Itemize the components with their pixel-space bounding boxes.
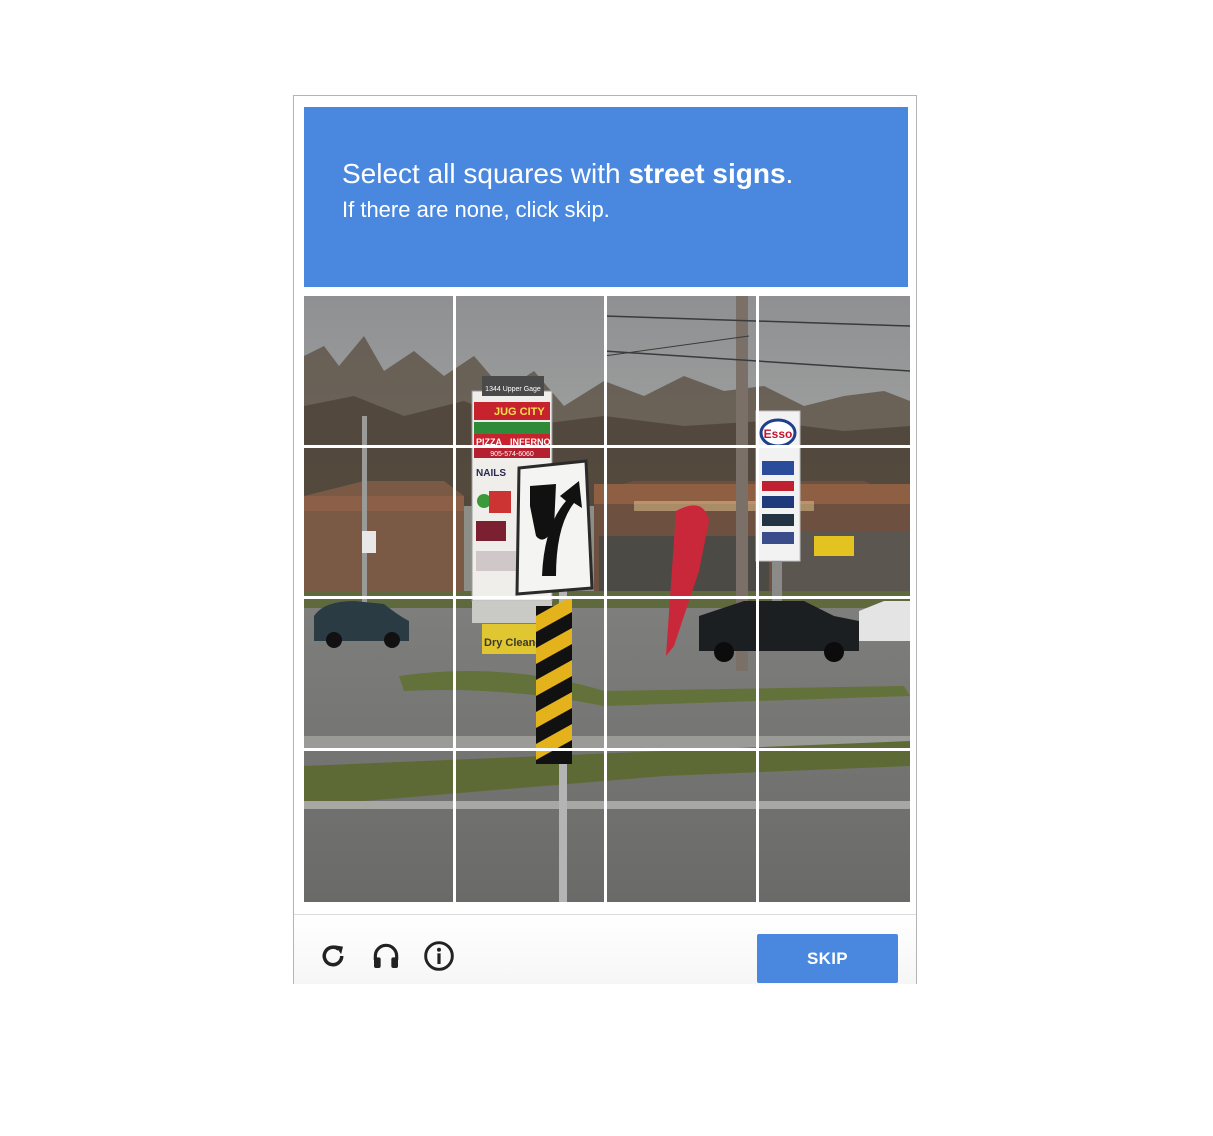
audio-challenge-button[interactable] bbox=[369, 939, 403, 973]
grid-tile-r3c2[interactable] bbox=[455, 599, 607, 751]
grid-tile-r1c1[interactable] bbox=[304, 296, 456, 448]
info-icon bbox=[424, 941, 454, 971]
grid-tile-r2c4[interactable] bbox=[758, 448, 910, 599]
grid-tile-r1c3[interactable] bbox=[607, 296, 759, 448]
tile-grid bbox=[304, 296, 910, 902]
grid-tile-r4c3[interactable] bbox=[607, 750, 759, 902]
grid-tile-r4c4[interactable] bbox=[759, 751, 911, 903]
captcha-challenge: Select all squares with street signs. If… bbox=[293, 95, 917, 984]
grid-tile-r1c4[interactable] bbox=[758, 296, 910, 448]
instruction-prefix: Select all squares with bbox=[342, 158, 629, 189]
grid-tile-r2c3[interactable] bbox=[607, 447, 759, 599]
headphones-icon bbox=[373, 943, 399, 968]
skip-button[interactable]: SKIP bbox=[757, 934, 898, 983]
instruction-suffix: . bbox=[785, 158, 794, 189]
grid-tile-r4c2[interactable] bbox=[456, 750, 607, 902]
image-grid: Esso 1344 Upper Gage JUG CITY PIZZA INFE… bbox=[304, 296, 910, 902]
grid-tile-r3c3[interactable] bbox=[607, 599, 759, 751]
grid-tile-r1c2[interactable] bbox=[455, 296, 607, 448]
grid-tile-r3c4[interactable] bbox=[758, 599, 910, 751]
reload-icon bbox=[322, 945, 344, 967]
challenge-header: Select all squares with street signs. If… bbox=[304, 107, 908, 287]
instruction-target: street signs bbox=[628, 158, 786, 189]
challenge-footer: SKIP bbox=[294, 914, 916, 984]
help-button[interactable] bbox=[422, 939, 456, 973]
challenge-instruction: Select all squares with street signs. bbox=[342, 157, 908, 191]
reload-button[interactable] bbox=[316, 939, 350, 973]
challenge-subtext: If there are none, click skip. bbox=[342, 197, 610, 222]
grid-tile-r4c1[interactable] bbox=[304, 750, 456, 902]
grid-tile-r2c2[interactable] bbox=[455, 447, 607, 599]
grid-tile-r2c1[interactable] bbox=[304, 447, 456, 599]
grid-tile-r3c1[interactable] bbox=[304, 599, 456, 751]
